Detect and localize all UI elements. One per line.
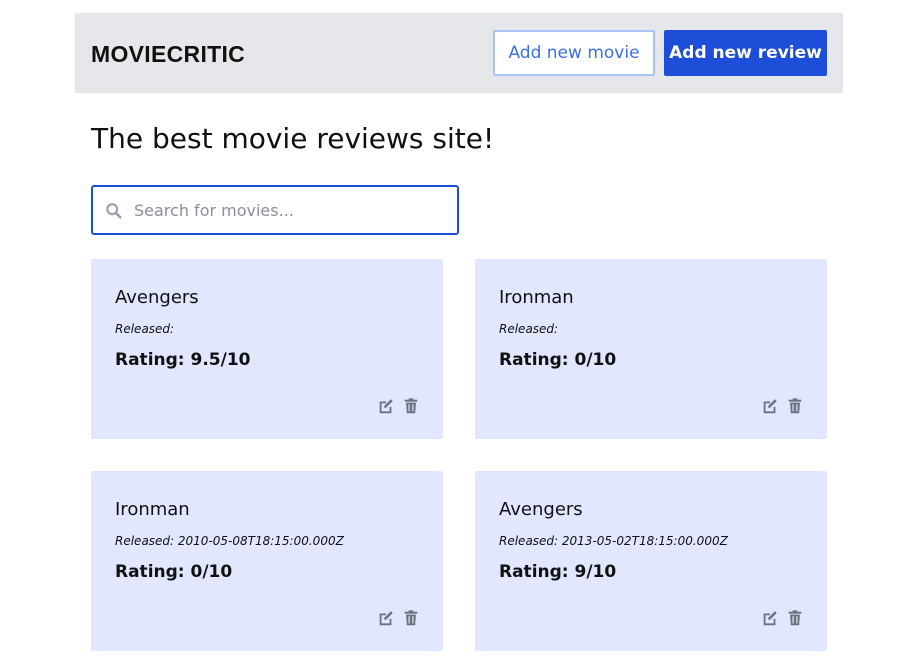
movie-released: Released: 2013-05-02T18:15:00.000Z bbox=[499, 534, 728, 548]
movie-title: Avengers bbox=[115, 287, 199, 308]
movie-card: Ironman Released: 2010-05-08T18:15:00.00… bbox=[91, 471, 443, 651]
movie-title: Avengers bbox=[499, 499, 583, 520]
add-movie-button[interactable]: Add new movie bbox=[493, 30, 655, 76]
movie-title: Ironman bbox=[499, 287, 574, 308]
trash-icon[interactable] bbox=[786, 397, 804, 415]
trash-icon[interactable] bbox=[402, 609, 420, 627]
movie-rating: Rating: 0/10 bbox=[115, 562, 233, 582]
edit-icon[interactable] bbox=[761, 609, 779, 627]
page-title: The best movie reviews site! bbox=[91, 122, 495, 155]
trash-icon[interactable] bbox=[402, 397, 420, 415]
movie-rating: Rating: 9.5/10 bbox=[115, 350, 251, 370]
trash-icon[interactable] bbox=[786, 609, 804, 627]
edit-icon[interactable] bbox=[377, 397, 395, 415]
movie-card: Avengers Released: 2013-05-02T18:15:00.0… bbox=[475, 471, 827, 651]
add-review-button[interactable]: Add new review bbox=[664, 30, 827, 76]
movie-released: Released: bbox=[499, 322, 559, 336]
movie-released: Released: 2010-05-08T18:15:00.000Z bbox=[115, 534, 344, 548]
movie-card: Avengers Released: Rating: 9.5/10 bbox=[91, 259, 443, 439]
movie-title: Ironman bbox=[115, 499, 190, 520]
edit-icon[interactable] bbox=[377, 609, 395, 627]
search-box[interactable] bbox=[91, 185, 459, 235]
movie-rating: Rating: 9/10 bbox=[499, 562, 617, 582]
movie-rating: Rating: 0/10 bbox=[499, 350, 617, 370]
brand-logo[interactable]: MOVIECRITIC bbox=[91, 13, 245, 93]
movie-released: Released: bbox=[115, 322, 175, 336]
search-input[interactable] bbox=[134, 187, 452, 233]
movie-card: Ironman Released: Rating: 0/10 bbox=[475, 259, 827, 439]
edit-icon[interactable] bbox=[761, 397, 779, 415]
site-header: MOVIECRITIC Add new movie Add new review bbox=[75, 13, 843, 93]
search-icon bbox=[106, 203, 122, 219]
